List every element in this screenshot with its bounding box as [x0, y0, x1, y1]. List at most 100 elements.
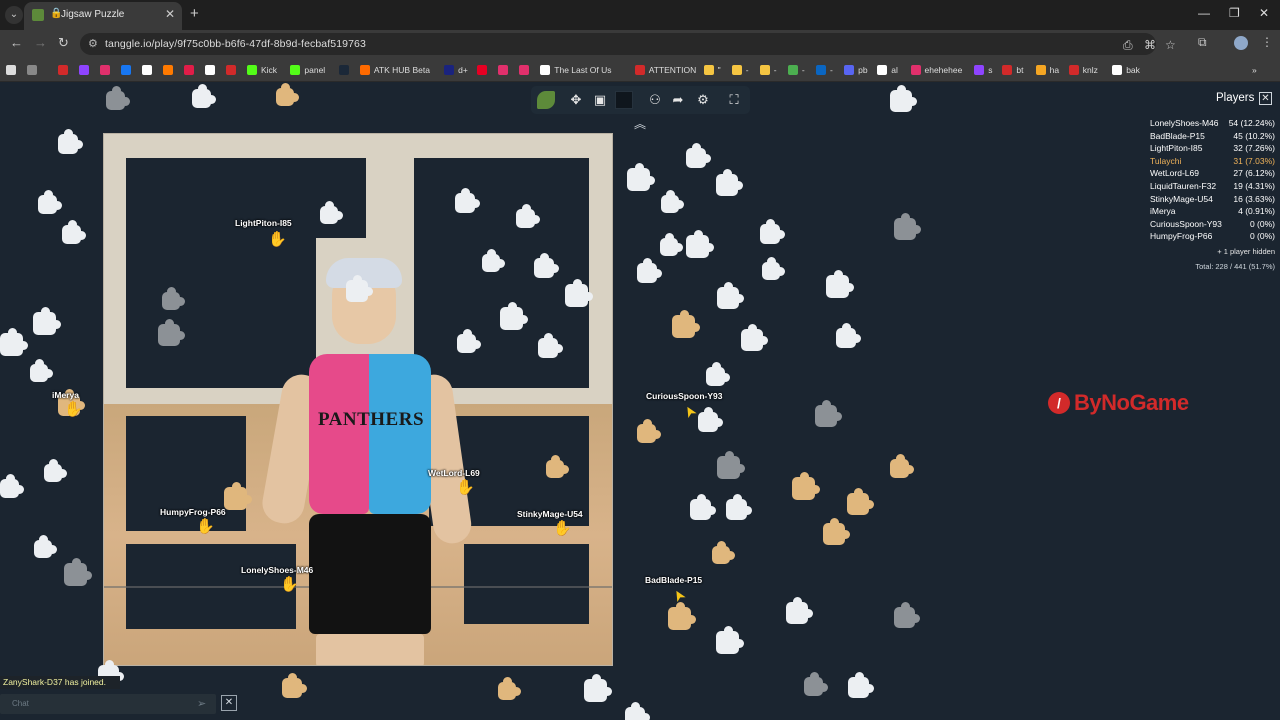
puzzle-piece[interactable]	[44, 459, 67, 482]
share-icon[interactable]: ➦	[669, 91, 687, 109]
puzzle-piece[interactable]	[282, 673, 307, 698]
puzzle-piece[interactable]	[894, 602, 920, 628]
puzzle-piece[interactable]	[276, 83, 299, 106]
bookmark-item[interactable]: panel	[290, 63, 325, 77]
bookmark-item[interactable]: ATK HUB Beta	[359, 63, 430, 77]
bookmark-item[interactable]: The Last Of Us	[540, 63, 611, 77]
tab-search-button[interactable]: ⌄	[5, 6, 23, 24]
puzzle-piece[interactable]	[848, 672, 874, 698]
bookmark-item[interactable]	[338, 63, 349, 77]
new-tab-button[interactable]: +	[190, 5, 199, 22]
puzzle-piece[interactable]	[706, 362, 730, 386]
extensions-icon[interactable]: ⧉	[1198, 35, 1207, 50]
puzzle-piece[interactable]	[64, 558, 92, 586]
omnibox[interactable]: ⚙ tanggle.io/play/9f75c0bb-b6f6-47df-8b9…	[80, 33, 1176, 55]
puzzle-table[interactable]: PANTHERS ✥ ▣ ⚇ ➦ ⚙ ⛶ ︽ LightPiton-I85 ✋ iM…	[0, 82, 1280, 720]
puzzle-piece[interactable]	[565, 279, 593, 307]
puzzle-piece[interactable]	[792, 472, 820, 500]
bookmark-item[interactable]: bt	[1002, 63, 1023, 77]
settings-gear-icon[interactable]: ⚙	[694, 91, 712, 109]
players-icon[interactable]: ⚇	[646, 91, 664, 109]
bookmark-item[interactable]: ehehehee	[910, 63, 962, 77]
bookmark-item[interactable]	[498, 63, 509, 77]
bookmark-item[interactable]: knlz	[1068, 63, 1098, 77]
install-app-icon[interactable]: ⎙	[1123, 38, 1133, 53]
puzzle-piece[interactable]	[726, 494, 752, 520]
puzzle-piece[interactable]	[158, 319, 185, 346]
menu-kebab-icon[interactable]: ⋮	[1261, 35, 1273, 49]
puzzle-piece[interactable]	[500, 302, 528, 330]
puzzle-piece[interactable]	[823, 518, 850, 545]
grid-icon[interactable]	[27, 63, 37, 77]
bookmark-item[interactable]	[205, 63, 215, 77]
send-icon[interactable]: ➢	[197, 697, 206, 710]
puzzle-piece[interactable]	[192, 84, 216, 108]
puzzle-piece[interactable]	[686, 230, 714, 258]
puzzle-piece[interactable]	[890, 454, 914, 478]
bookmark-item[interactable]: s	[974, 63, 993, 77]
puzzle-piece[interactable]	[690, 494, 716, 520]
bookmark-item[interactable]: pb	[844, 63, 868, 77]
puzzle-piece[interactable]	[34, 535, 57, 558]
preview-image-icon[interactable]: ▣	[591, 91, 609, 109]
puzzle-piece[interactable]	[30, 359, 53, 382]
puzzle-piece[interactable]	[716, 169, 743, 196]
puzzle-piece[interactable]	[498, 677, 521, 700]
puzzle-piece[interactable]	[686, 143, 711, 168]
puzzle-piece[interactable]	[890, 85, 917, 112]
puzzle-piece[interactable]	[804, 672, 828, 696]
bookmark-item[interactable]: "	[703, 63, 721, 77]
puzzle-piece[interactable]	[826, 270, 854, 298]
puzzle-piece[interactable]	[847, 488, 874, 515]
puzzle-piece[interactable]	[584, 674, 612, 702]
chat-close-icon[interactable]: ✕	[221, 695, 237, 711]
puzzle-piece[interactable]	[538, 333, 563, 358]
puzzle-piece[interactable]	[661, 190, 684, 213]
reload-icon[interactable]: ↻	[58, 35, 69, 51]
bookmark-item[interactable]	[226, 63, 236, 77]
bookmark-item[interactable]	[477, 63, 488, 77]
bookmark-item[interactable]	[121, 63, 131, 77]
back-icon[interactable]: ←	[10, 35, 23, 50]
active-tab[interactable]: 🔒 Jigsaw Puzzle ✕	[24, 2, 182, 30]
puzzle-piece[interactable]	[482, 249, 505, 272]
tanggle-logo-icon[interactable]	[537, 91, 555, 109]
puzzle-piece[interactable]	[224, 482, 252, 510]
close-window-icon[interactable]: ✕	[1259, 6, 1269, 20]
puzzle-piece[interactable]	[815, 400, 842, 427]
puzzle-piece[interactable]	[58, 129, 83, 154]
bookmark-item[interactable]: ATTENTION	[634, 63, 696, 77]
puzzle-piece[interactable]	[546, 455, 569, 478]
forward-icon[interactable]: →	[34, 35, 47, 50]
profile-avatar[interactable]	[1234, 36, 1248, 50]
puzzle-piece[interactable]	[760, 219, 785, 244]
puzzle-piece[interactable]	[534, 253, 559, 278]
puzzle-piece[interactable]	[516, 204, 540, 228]
bookmark-item[interactable]: -	[787, 63, 805, 77]
puzzle-piece[interactable]	[786, 597, 813, 624]
bookmark-item[interactable]: -	[759, 63, 777, 77]
puzzle-piece[interactable]	[672, 310, 700, 338]
puzzle-piece[interactable]	[894, 213, 921, 240]
minimize-icon[interactable]: —	[1198, 6, 1210, 20]
puzzle-piece[interactable]	[625, 702, 650, 720]
puzzle-piece[interactable]	[33, 307, 61, 335]
puzzle-piece[interactable]	[836, 323, 861, 348]
bookmark-item[interactable]	[58, 63, 68, 77]
fullscreen-icon[interactable]: ⛶	[725, 91, 743, 109]
bookmark-item[interactable]: al	[877, 63, 898, 77]
site-info-icon[interactable]: ⚙	[88, 37, 98, 50]
puzzle-piece-icon[interactable]: ✥	[567, 91, 585, 109]
puzzle-piece[interactable]	[627, 163, 655, 191]
restore-icon[interactable]: ❐	[1229, 6, 1240, 20]
puzzle-piece[interactable]	[457, 329, 481, 353]
puzzle-piece[interactable]	[38, 190, 62, 214]
bookmark-item[interactable]	[184, 63, 194, 77]
puzzle-piece[interactable]	[698, 407, 723, 432]
puzzle-piece[interactable]	[346, 275, 373, 302]
background-color-icon[interactable]	[615, 91, 633, 109]
bookmark-item[interactable]: ha	[1035, 63, 1059, 77]
puzzle-piece[interactable]	[637, 419, 661, 443]
bookmark-item[interactable]	[163, 63, 173, 77]
translate-icon[interactable]: ⌘	[1144, 38, 1156, 52]
